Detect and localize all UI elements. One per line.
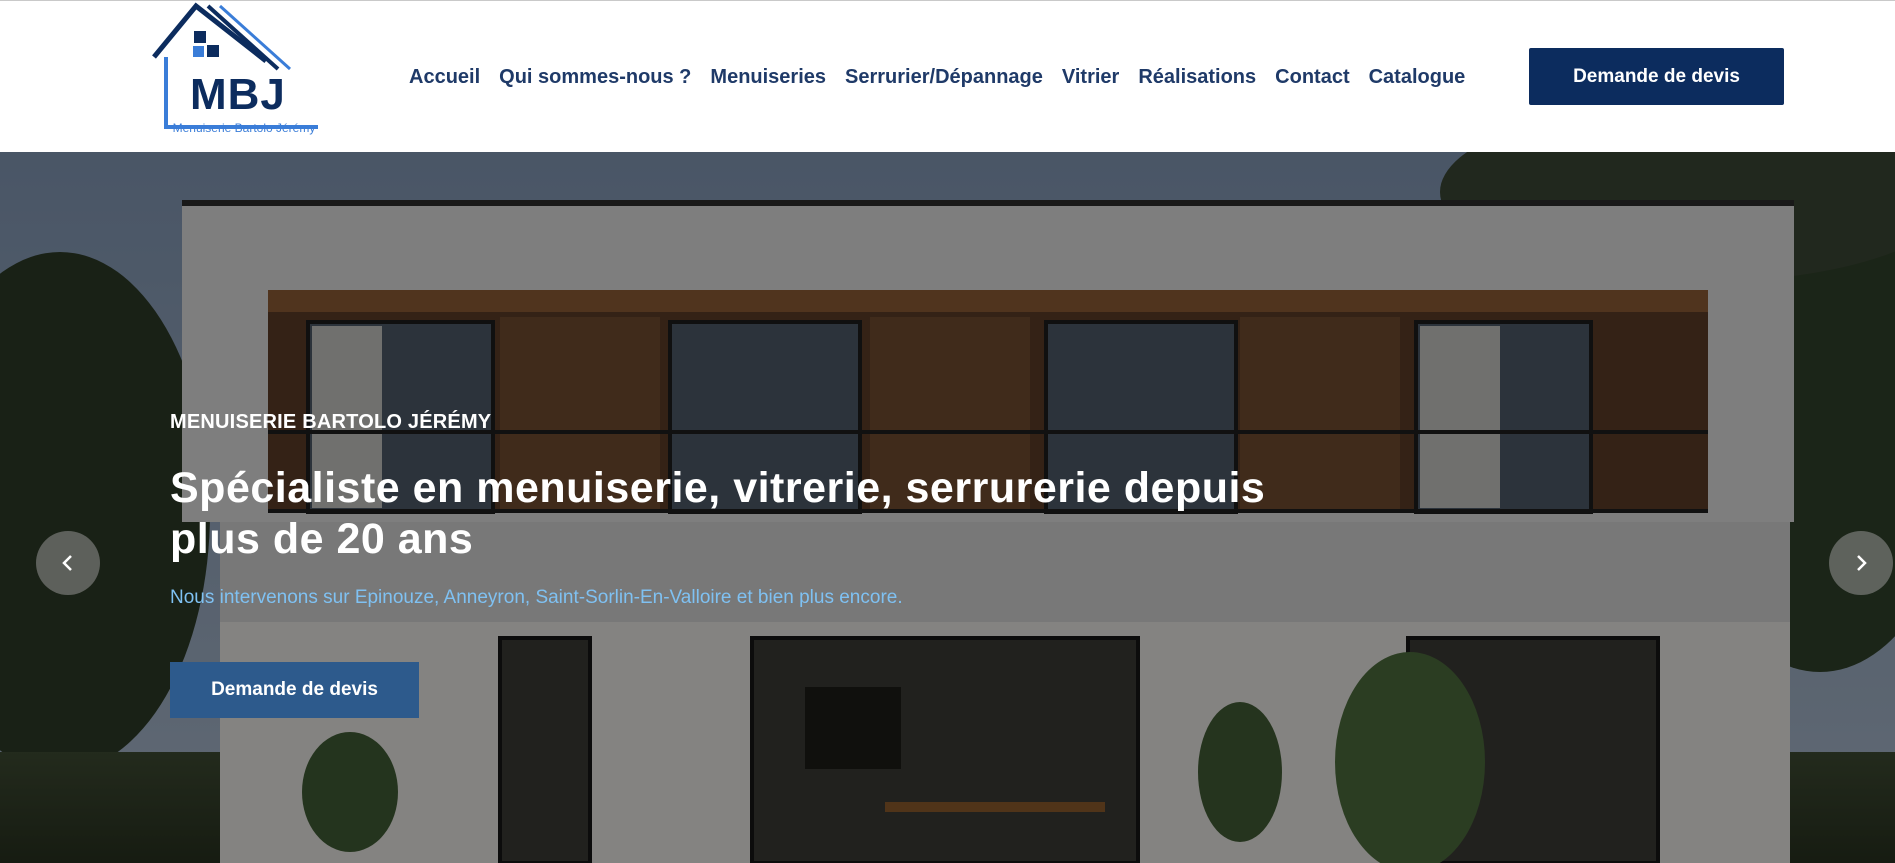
logo-tagline: Menuiserie Bartolo Jérémy [172, 121, 316, 135]
chevron-left-icon [62, 555, 72, 571]
logo-letters: MBJ [190, 70, 286, 119]
site-header: MBJ Menuiserie Bartolo Jérémy Accueil Qu… [0, 0, 1895, 152]
nav-item-realisations[interactable]: Réalisations [1138, 63, 1256, 91]
nav-item-qui-sommes-nous[interactable]: Qui sommes-nous ? [499, 63, 691, 91]
nav-item-menuiseries[interactable]: Menuiseries [710, 63, 826, 91]
hero-title: Spécialiste en menuiserie, vitrerie, ser… [170, 464, 1266, 563]
logo[interactable]: MBJ Menuiserie Bartolo Jérémy [150, 1, 330, 153]
quote-request-button-hero[interactable]: Demande de devis [170, 662, 419, 718]
slider-next-button[interactable] [1829, 531, 1893, 595]
nav-item-catalogue[interactable]: Catalogue [1369, 63, 1466, 91]
nav-item-serrurier[interactable]: Serrurier/Dépannage [845, 63, 1043, 91]
chevron-right-icon [1857, 555, 1867, 571]
hero-slider: MENUISERIE BARTOLO JÉRÉMY Spécialiste en… [0, 152, 1895, 863]
nav-item-vitrier[interactable]: Vitrier [1062, 63, 1119, 91]
nav-item-contact[interactable]: Contact [1275, 63, 1349, 91]
hero-eyebrow: MENUISERIE BARTOLO JÉRÉMY [170, 411, 492, 433]
nav-item-accueil[interactable]: Accueil [409, 63, 480, 91]
hero-subtitle: Nous intervenons sur Epinouze, Anneyron,… [170, 587, 903, 608]
main-nav: Accueil Qui sommes-nous ? Menuiseries Se… [409, 63, 1465, 91]
slider-prev-button[interactable] [36, 531, 100, 595]
quote-request-button-header[interactable]: Demande de devis [1529, 48, 1784, 105]
